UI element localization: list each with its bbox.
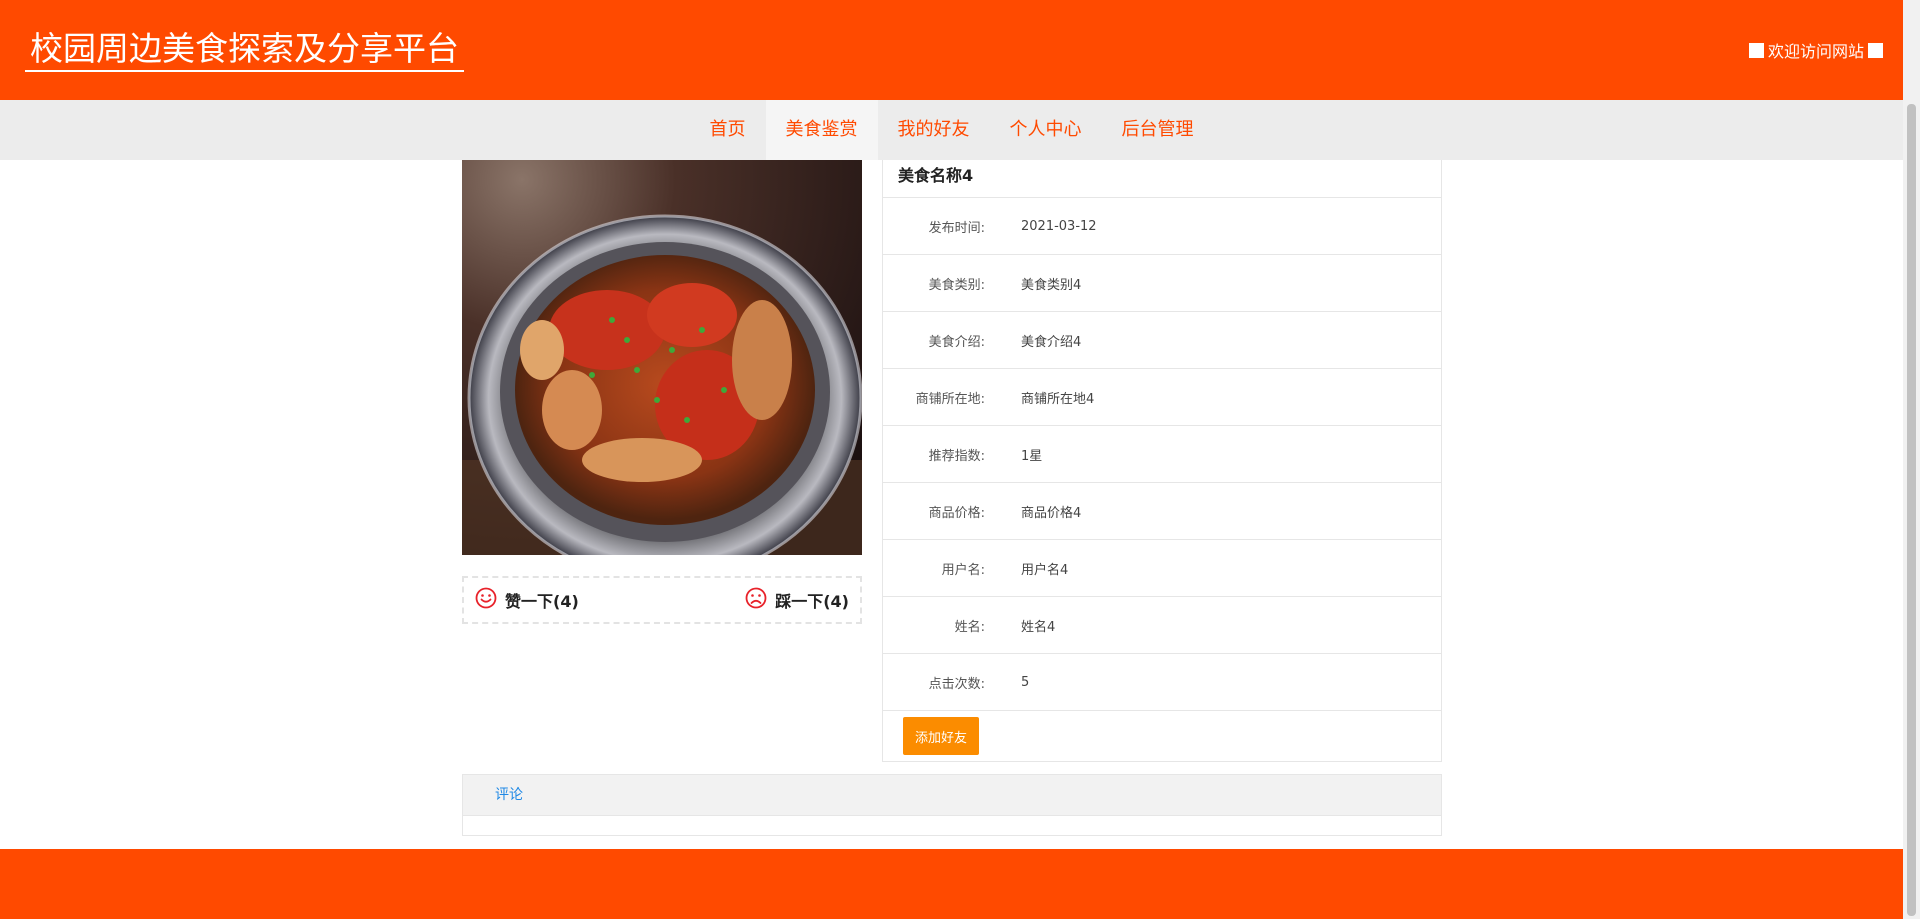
detail-row-rating: 推荐指数: 1星: [883, 426, 1441, 483]
detail-value: 美食类别4: [1021, 277, 1082, 293]
site-title[interactable]: 校园周边美食探索及分享平台: [25, 26, 464, 72]
food-photo: [462, 160, 862, 555]
detail-value: 商品价格4: [1021, 505, 1082, 521]
smile-icon: [475, 587, 497, 613]
detail-key: 推荐指数:: [928, 448, 985, 464]
nav-item-home[interactable]: 首页: [690, 100, 766, 160]
detail-row-click-count: 点击次数: 5: [883, 654, 1441, 711]
welcome-banner: 欢迎访问网站: [1748, 38, 1883, 62]
detail-key: 点击次数:: [928, 676, 985, 692]
add-friend-button[interactable]: 添加好友: [903, 717, 979, 755]
detail-value: 姓名4: [1021, 619, 1056, 635]
scrollbar-thumb[interactable]: [1907, 104, 1916, 916]
vote-box: 赞一下(4) 踩一下(4): [462, 576, 862, 624]
main-nav: 首页 美食鉴赏 我的好友 个人中心 后台管理: [0, 100, 1903, 160]
square-icon: [1748, 42, 1764, 58]
welcome-text: 欢迎访问网站: [1767, 42, 1864, 61]
detail-row-username: 用户名: 用户名4: [883, 540, 1441, 597]
nav-item-personal-center[interactable]: 个人中心: [990, 100, 1102, 160]
dislike-button[interactable]: 踩一下(4): [745, 587, 849, 613]
site-header: 校园周边美食探索及分享平台 欢迎访问网站: [0, 0, 1903, 100]
detail-key: 姓名:: [954, 619, 985, 635]
detail-row-shop-location: 商铺所在地: 商铺所在地4: [883, 369, 1441, 426]
detail-key: 用户名:: [941, 562, 985, 578]
detail-row-price: 商品价格: 商品价格4: [883, 483, 1441, 540]
detail-key: 商品价格:: [928, 505, 985, 521]
frown-icon: [745, 587, 767, 613]
detail-key: 发布时间:: [928, 220, 985, 236]
like-label: 赞一下(4): [505, 592, 579, 611]
food-name: 美食名称4: [883, 160, 1441, 198]
site-footer: [0, 849, 1903, 919]
nav-item-my-friends[interactable]: 我的好友: [878, 100, 990, 160]
food-detail-panel: 美食名称4 发布时间: 2021-03-12 美食类别: 美食类别4 美食介绍:…: [882, 160, 1442, 762]
detail-value: 商铺所在地4: [1021, 391, 1095, 407]
detail-key: 美食类别:: [928, 277, 985, 293]
detail-key: 美食介绍:: [928, 334, 985, 350]
square-icon: [1868, 42, 1883, 58]
detail-row-real-name: 姓名: 姓名4: [883, 597, 1441, 654]
detail-row-category: 美食类别: 美食类别4: [883, 255, 1441, 312]
nav-item-admin[interactable]: 后台管理: [1102, 100, 1214, 160]
detail-value: 1星: [1021, 448, 1043, 464]
detail-value: 5: [1021, 674, 1030, 690]
tab-comments[interactable]: 评论: [463, 775, 1441, 816]
comments-panel: 评论: [462, 774, 1442, 836]
dislike-label: 踩一下(4): [775, 592, 849, 611]
detail-row-introduction: 美食介绍: 美食介绍4: [883, 312, 1441, 369]
detail-value: 用户名4: [1021, 562, 1069, 578]
like-button[interactable]: 赞一下(4): [475, 587, 579, 613]
detail-row-publish-date: 发布时间: 2021-03-12: [883, 198, 1441, 255]
nav-item-food-gallery[interactable]: 美食鉴赏: [765, 100, 878, 160]
detail-value: 2021-03-12: [1021, 218, 1097, 234]
detail-key: 商铺所在地:: [915, 391, 985, 407]
vertical-scrollbar[interactable]: [1903, 0, 1920, 919]
detail-value: 美食介绍4: [1021, 334, 1082, 350]
action-bar: 添加好友: [883, 711, 1441, 761]
